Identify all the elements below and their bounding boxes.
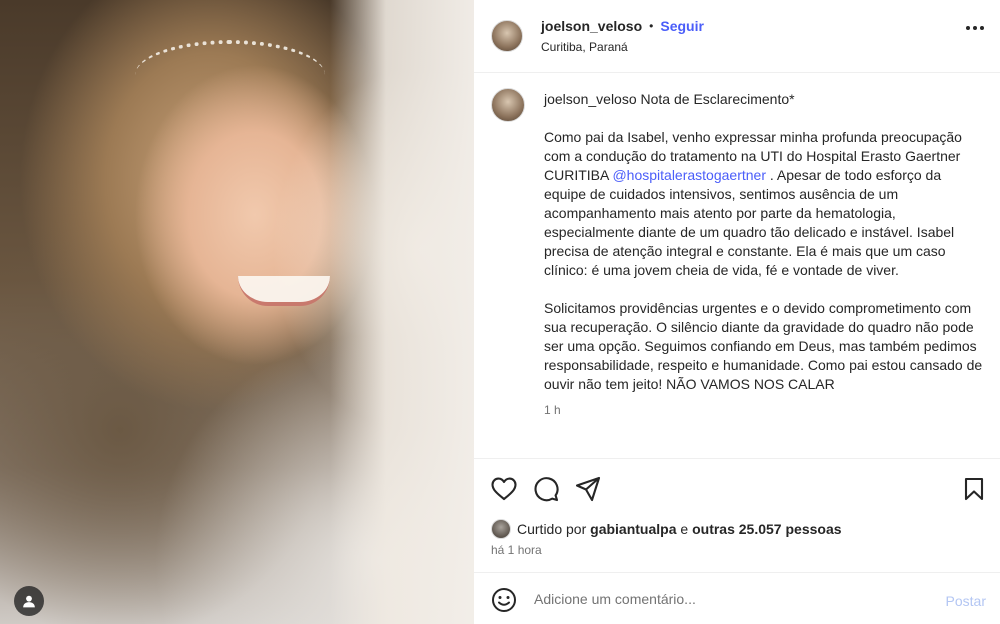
- hospital-mention-link[interactable]: @hospitalerastogaertner: [612, 167, 766, 183]
- caption-title: Nota de Esclarecimento*: [640, 91, 795, 107]
- tagged-users-button[interactable]: [14, 586, 44, 616]
- comment-icon[interactable]: [532, 475, 560, 503]
- user-icon: [23, 595, 35, 608]
- liker-username[interactable]: gabiantualpa: [590, 521, 676, 537]
- author-username[interactable]: joelson_veloso: [541, 18, 642, 34]
- post-header: joelson_veloso • Seguir Curitiba, Paraná: [474, 0, 1000, 73]
- more-horizontal-icon[interactable]: [966, 26, 984, 30]
- caption-paragraph-1: Como pai da Isabel, venho expressar minh…: [544, 128, 984, 280]
- caption-author-username[interactable]: joelson_veloso: [544, 91, 637, 107]
- caption-time[interactable]: 1 h: [544, 401, 984, 420]
- likes-summary[interactable]: Curtido por gabiantualpa e outras 25.057…: [491, 519, 842, 539]
- photo-smile-detail: [238, 276, 330, 306]
- follow-button[interactable]: Seguir: [660, 18, 704, 34]
- post-comment-button[interactable]: Postar: [946, 593, 986, 609]
- post-photo[interactable]: [0, 0, 474, 624]
- photo-foreground-blur: [330, 0, 474, 624]
- bookmark-icon[interactable]: [960, 475, 988, 503]
- caption-author-avatar[interactable]: [491, 88, 525, 122]
- comment-input[interactable]: [534, 588, 914, 610]
- comment-bar: Postar: [474, 572, 1000, 624]
- post-side-panel: joelson_veloso • Seguir Curitiba, Paraná…: [474, 0, 1000, 624]
- likes-conjunction: e: [680, 521, 689, 537]
- photo-tiara-detail: [135, 40, 325, 110]
- post-timestamp[interactable]: há 1 hora: [491, 543, 542, 557]
- caption-text: . Apesar de todo esforço da equipe de cu…: [544, 167, 955, 278]
- likes-prefix: Curtido por: [517, 521, 587, 537]
- emoji-icon[interactable]: [491, 587, 517, 613]
- author-avatar[interactable]: [491, 20, 523, 52]
- share-icon[interactable]: [574, 475, 602, 503]
- liker-avatar[interactable]: [491, 519, 511, 539]
- heart-icon[interactable]: [490, 475, 518, 503]
- action-bar: [474, 458, 1000, 518]
- likes-count[interactable]: outras 25.057 pessoas: [692, 521, 841, 537]
- separator-dot: •: [649, 19, 654, 33]
- post-location[interactable]: Curitiba, Paraná: [541, 40, 704, 54]
- caption-paragraph-2: Solicitamos providências urgentes e o de…: [544, 300, 983, 392]
